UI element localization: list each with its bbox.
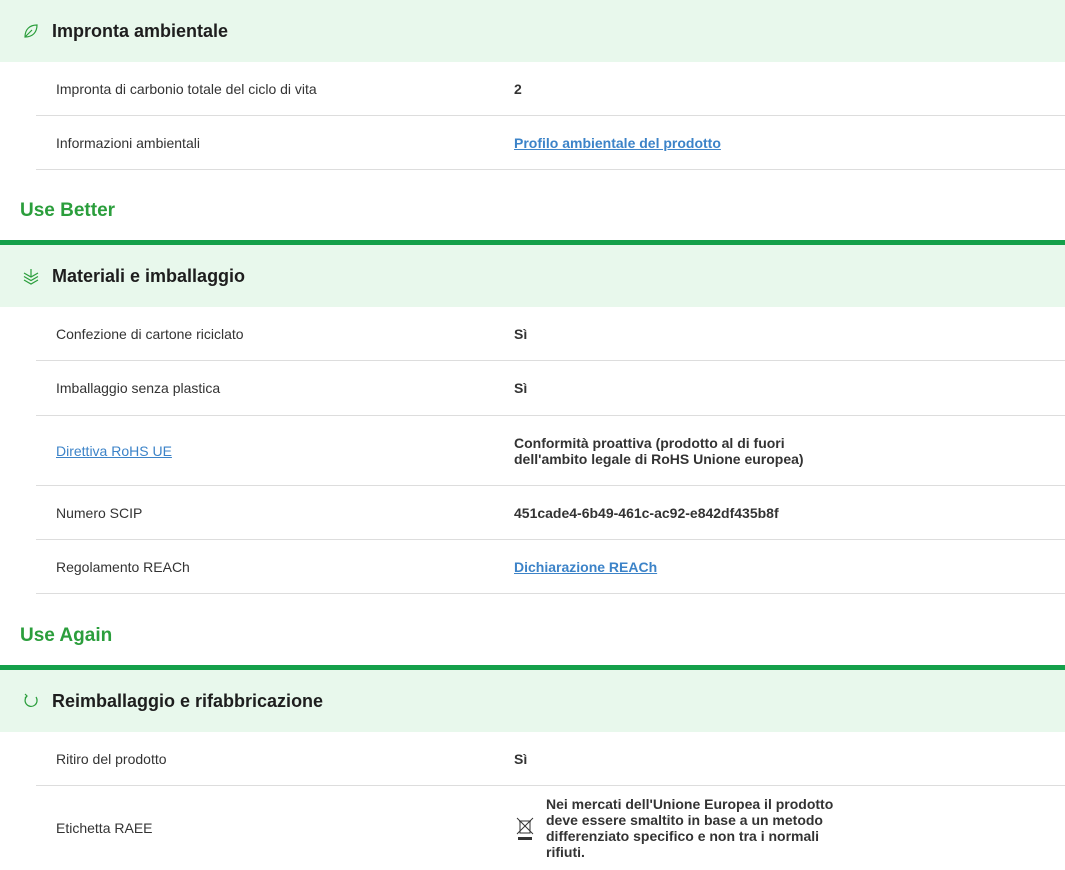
row-value: Sì (514, 750, 528, 767)
panel-header-materials: Materiali e imballaggio (0, 245, 1065, 307)
row-label: Etichetta RAEE (56, 820, 153, 836)
row-value: Sì (514, 380, 528, 396)
row-value: Sì (514, 325, 528, 342)
row-label: Regolamento REACh (56, 558, 190, 575)
table-row: Confezione di cartone riciclato Sì (36, 307, 1065, 361)
layers-icon (20, 265, 42, 287)
table-row: Informazioni ambientali Profilo ambienta… (36, 116, 1065, 170)
reach-declaration-link[interactable]: Dichiarazione REACh (514, 559, 657, 575)
row-value: 2 (514, 80, 522, 97)
table-row: Numero SCIP 451cade4-6b49-461c-ac92-e842… (36, 486, 1065, 540)
row-label: Direttiva RoHS UE (56, 416, 172, 485)
panel-header-repackaging: Reimballaggio e rifabbricazione (0, 670, 1065, 732)
table-row: Regolamento REACh Dichiarazione REACh (36, 540, 1065, 594)
row-label: Confezione di cartone riciclato (56, 325, 244, 342)
panel-title: Reimballaggio e rifabbricazione (52, 690, 324, 711)
weee-text: Nei mercati dell'Unione Europea il prodo… (546, 796, 834, 860)
crossed-bin-icon (514, 815, 536, 841)
row-label: Impronta di carbonio totale del ciclo di… (56, 80, 317, 97)
section-heading-use-again: Use Again (20, 625, 113, 646)
row-label: Imballaggio senza plastica (56, 380, 221, 396)
section-heading-use-better: Use Better (20, 200, 116, 221)
row-value: Conformità proattiva (prodotto al di fuo… (514, 434, 804, 467)
panel-header-footprint: Impronta ambientale (0, 0, 1065, 62)
row-label: Informazioni ambientali (56, 134, 200, 151)
environmental-profile-link[interactable]: Profilo ambientale del prodotto (514, 135, 721, 151)
panel-title: Impronta ambientale (52, 20, 229, 41)
row-label: Numero SCIP (56, 504, 143, 521)
row-value: Profilo ambientale del prodotto (514, 116, 721, 169)
table-row: Direttiva RoHS UE Conformità proattiva (… (36, 416, 1065, 486)
table-row: Etichetta RAEE Nei mercati dell'Unione E… (36, 786, 1065, 870)
row-value: 451cade4-6b49-461c-ac92-e842df435b8f (514, 504, 779, 521)
row-value: Nei mercati dell'Unione Europea il prodo… (514, 786, 854, 870)
row-value: Dichiarazione REACh (514, 540, 657, 593)
row-label: Ritiro del prodotto (56, 750, 167, 767)
table-row: Impronta di carbonio totale del ciclo di… (36, 62, 1065, 116)
leaf-icon (20, 20, 42, 42)
table-row: Imballaggio senza plastica Sì (36, 361, 1065, 416)
weee-notice: Nei mercati dell'Unione Europea il prodo… (514, 796, 854, 860)
rohs-directive-link[interactable]: Direttiva RoHS UE (56, 443, 172, 459)
table-row: Ritiro del prodotto Sì (36, 732, 1065, 786)
recycle-arrow-icon (20, 690, 42, 712)
panel-title: Materiali e imballaggio (52, 265, 246, 286)
